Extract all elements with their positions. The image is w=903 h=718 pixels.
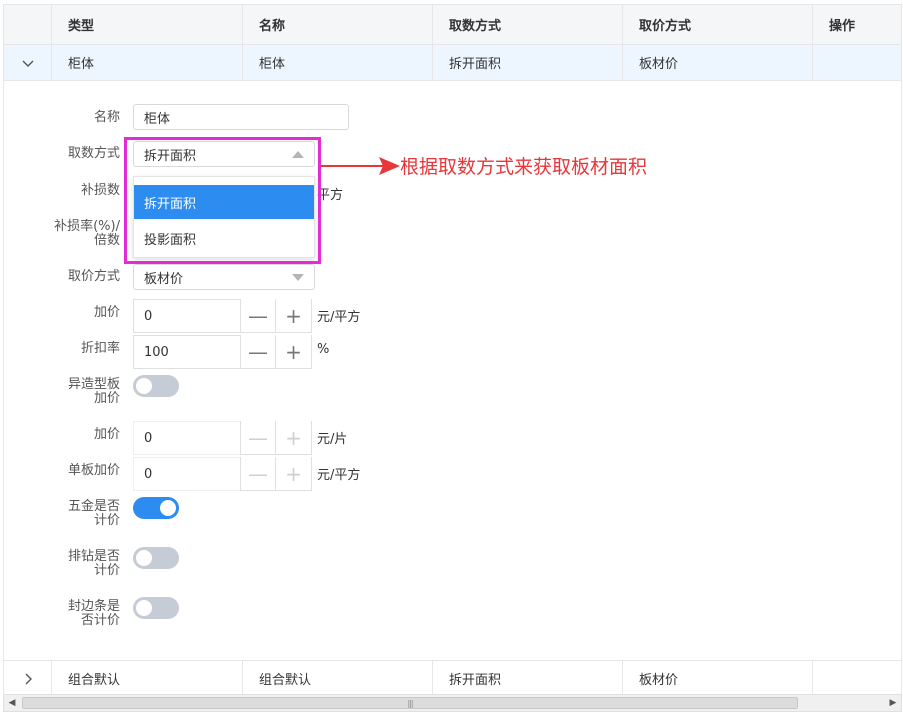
- header-action: 操作: [812, 5, 901, 44]
- toggle-knob: [160, 500, 176, 516]
- toggle-knob: [136, 550, 152, 566]
- piece-markup-label: 加价: [93, 427, 120, 442]
- decrement-button[interactable]: —: [240, 335, 276, 369]
- scroll-right-icon[interactable]: ▶: [887, 697, 899, 709]
- annotation-highlight-box: [124, 137, 321, 264]
- piece-markup-unit: 元/片: [317, 432, 348, 447]
- cell-action: [812, 661, 901, 696]
- discount-label: 折扣率: [80, 341, 120, 356]
- collapse-toggle[interactable]: [4, 45, 51, 80]
- name-input[interactable]: 柜体: [133, 104, 349, 130]
- drill-label-line2: 计价: [93, 563, 120, 578]
- name-label: 名称: [93, 110, 120, 125]
- increment-button[interactable]: +: [276, 421, 312, 455]
- toggle-knob: [136, 600, 152, 616]
- hardware-label-line1: 五金是否: [67, 499, 120, 514]
- cell-type: 组合默认: [51, 661, 242, 696]
- loss-rate-label-line1: 补损率(%)/: [54, 219, 120, 234]
- scrollbar-thumb[interactable]: |||: [22, 697, 798, 709]
- hardware-pricing-label: 五金是否 计价: [0, 500, 120, 528]
- markup-unit: 元/平方: [317, 310, 361, 325]
- discount-unit: %: [317, 342, 330, 357]
- table-row[interactable]: 柜体 柜体 拆开面积 板材价: [4, 45, 901, 81]
- edge-label-line2: 否计价: [80, 613, 120, 628]
- markup-input[interactable]: 0: [133, 299, 240, 333]
- hardware-pricing-toggle[interactable]: [133, 497, 179, 519]
- edge-pricing-label: 封边条是 否计价: [0, 600, 120, 628]
- drill-pricing-toggle[interactable]: [133, 547, 179, 569]
- scroll-left-icon[interactable]: ◀: [6, 697, 18, 709]
- hardware-label-line2: 计价: [93, 513, 120, 528]
- markup-label: 加价: [93, 305, 120, 320]
- qty-mode-label: 取数方式: [67, 146, 120, 161]
- single-markup-unit: 元/平方: [317, 468, 361, 483]
- single-markup-label: 单板加价: [67, 463, 120, 478]
- table-header: 类型 名称 取数方式 取价方式 操作: [4, 5, 901, 45]
- piece-markup-input[interactable]: 0: [133, 421, 240, 455]
- cell-action: [812, 45, 901, 80]
- table-row[interactable]: 组合默认 组合默认 拆开面积 板材价: [4, 661, 901, 697]
- annotation-arrow-icon: [321, 157, 400, 175]
- grip-icon: |||: [407, 698, 413, 708]
- shaped-markup-toggle[interactable]: [133, 375, 179, 397]
- discount-stepper: 100 — +: [133, 335, 312, 369]
- toggle-knob: [136, 378, 152, 394]
- chevron-down-icon[interactable]: [21, 56, 35, 70]
- cell-qty-mode: 拆开面积: [432, 661, 622, 696]
- single-markup-input[interactable]: 0: [133, 457, 240, 491]
- shaped-label-line2: 加价: [93, 391, 120, 406]
- loss-label: 补损数: [80, 183, 120, 198]
- loss-rate-label: 补损率(%)/ 倍数: [0, 220, 120, 248]
- decrement-button[interactable]: —: [240, 421, 276, 455]
- drill-label-line1: 排钻是否: [67, 549, 120, 564]
- cell-price-mode: 板材价: [622, 661, 812, 696]
- increment-button[interactable]: +: [276, 299, 312, 333]
- cell-name: 柜体: [242, 45, 432, 80]
- chevron-right-icon[interactable]: [21, 672, 35, 686]
- markup-stepper: 0 — +: [133, 299, 312, 333]
- cell-qty-mode: 拆开面积: [432, 45, 622, 80]
- edge-pricing-toggle[interactable]: [133, 597, 179, 619]
- single-markup-stepper: 0 — +: [133, 457, 312, 491]
- cell-name: 组合默认: [242, 661, 432, 696]
- annotation-text: 根据取数方式来获取板材面积: [400, 156, 648, 178]
- decrement-button[interactable]: —: [240, 299, 276, 333]
- loss-rate-label-line2: 倍数: [93, 233, 120, 248]
- header-type[interactable]: 类型: [51, 5, 242, 44]
- increment-button[interactable]: +: [276, 335, 312, 369]
- discount-input[interactable]: 100: [133, 335, 240, 369]
- shaped-markup-label: 异造型板 加价: [0, 378, 120, 406]
- header-name[interactable]: 名称: [242, 5, 432, 44]
- caret-down-icon: [292, 274, 304, 281]
- price-mode-select[interactable]: 板材价: [133, 264, 315, 290]
- header-qty-mode[interactable]: 取数方式: [432, 5, 622, 44]
- decrement-button[interactable]: —: [240, 457, 276, 491]
- drill-pricing-label: 排钻是否 计价: [0, 550, 120, 578]
- cell-type: 柜体: [51, 45, 242, 80]
- piece-markup-stepper: 0 — +: [133, 421, 312, 455]
- shaped-label-line1: 异造型板: [67, 377, 120, 392]
- price-mode-label: 取价方式: [67, 269, 120, 284]
- header-expand-column: [4, 5, 51, 44]
- price-mode-selected-value: 板材价: [144, 271, 184, 287]
- header-price-mode[interactable]: 取价方式: [622, 5, 812, 44]
- increment-button[interactable]: +: [276, 457, 312, 491]
- edge-label-line1: 封边条是: [67, 599, 120, 614]
- cell-price-mode: 板材价: [622, 45, 812, 80]
- expand-toggle[interactable]: [4, 661, 51, 696]
- horizontal-scrollbar[interactable]: ◀ ||| ▶: [3, 694, 902, 712]
